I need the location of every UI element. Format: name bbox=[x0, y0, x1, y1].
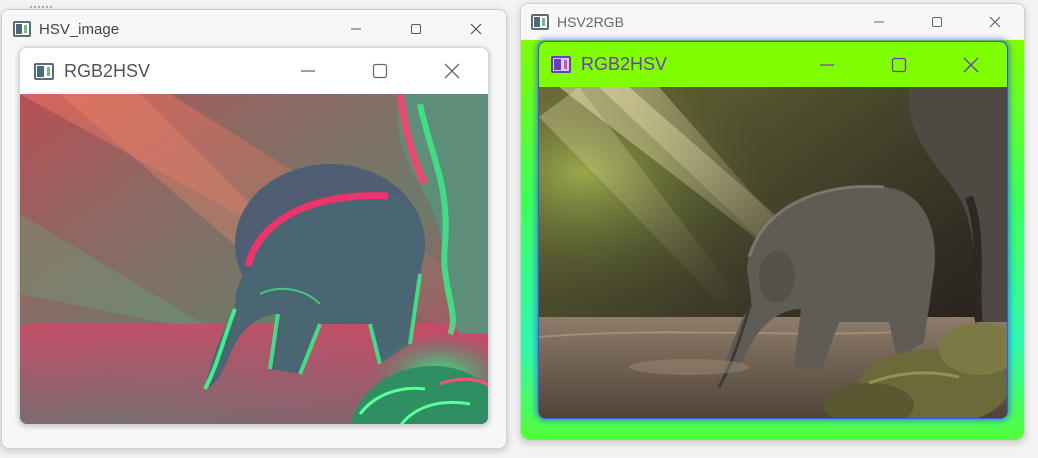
minimize-button[interactable] bbox=[850, 4, 908, 40]
minimize-icon bbox=[301, 70, 315, 72]
background-editor-fragment bbox=[30, 0, 52, 8]
close-icon bbox=[963, 57, 979, 72]
close-button[interactable] bbox=[416, 48, 488, 94]
minimize-icon bbox=[351, 28, 361, 30]
hsv-elephant-image bbox=[20, 94, 488, 424]
window-hsv2rgb[interactable]: HSV2RGB RGB2HSV bbox=[520, 3, 1025, 441]
close-button[interactable] bbox=[966, 4, 1024, 40]
app-icon bbox=[551, 56, 571, 73]
maximize-icon bbox=[411, 24, 421, 34]
maximize-button[interactable] bbox=[908, 4, 966, 40]
titlebar-hsv2rgb[interactable]: HSV2RGB bbox=[521, 4, 1024, 40]
window-title: RGB2HSV bbox=[64, 60, 151, 81]
app-icon bbox=[34, 62, 54, 80]
close-icon bbox=[470, 23, 482, 35]
minimize-button[interactable] bbox=[791, 42, 863, 87]
close-button[interactable] bbox=[446, 10, 506, 48]
titlebar-hsv-image[interactable]: HSV_image bbox=[2, 10, 506, 48]
window-title: HSV_image bbox=[39, 20, 120, 38]
app-icon bbox=[531, 14, 549, 30]
close-icon bbox=[444, 63, 460, 79]
maximize-icon bbox=[891, 57, 907, 72]
maximize-button[interactable] bbox=[386, 10, 446, 48]
titlebar-rgb2hsv-right[interactable]: RGB2HSV bbox=[539, 42, 1007, 87]
window-title: RGB2HSV bbox=[581, 54, 668, 74]
close-button[interactable] bbox=[935, 42, 1007, 87]
maximize-icon bbox=[372, 63, 388, 79]
minimize-icon bbox=[874, 21, 884, 23]
maximize-button[interactable] bbox=[344, 48, 416, 94]
maximize-icon bbox=[932, 17, 942, 27]
window-rgb2hsv-left[interactable]: RGB2HSV bbox=[19, 47, 489, 425]
window-hsv-image[interactable]: HSV_image RGB2HSV bbox=[1, 9, 507, 449]
titlebar-rgb2hsv-left[interactable]: RGB2HSV bbox=[20, 48, 488, 94]
rgb-elephant-image bbox=[539, 87, 1007, 418]
minimize-button[interactable] bbox=[326, 10, 386, 48]
close-icon bbox=[989, 16, 1001, 28]
app-icon bbox=[13, 21, 31, 37]
window-rgb2hsv-right[interactable]: RGB2HSV bbox=[538, 41, 1008, 419]
window-title: HSV2RGB bbox=[557, 14, 624, 30]
minimize-icon bbox=[820, 63, 834, 66]
minimize-button[interactable] bbox=[272, 48, 344, 94]
maximize-button[interactable] bbox=[863, 42, 935, 87]
